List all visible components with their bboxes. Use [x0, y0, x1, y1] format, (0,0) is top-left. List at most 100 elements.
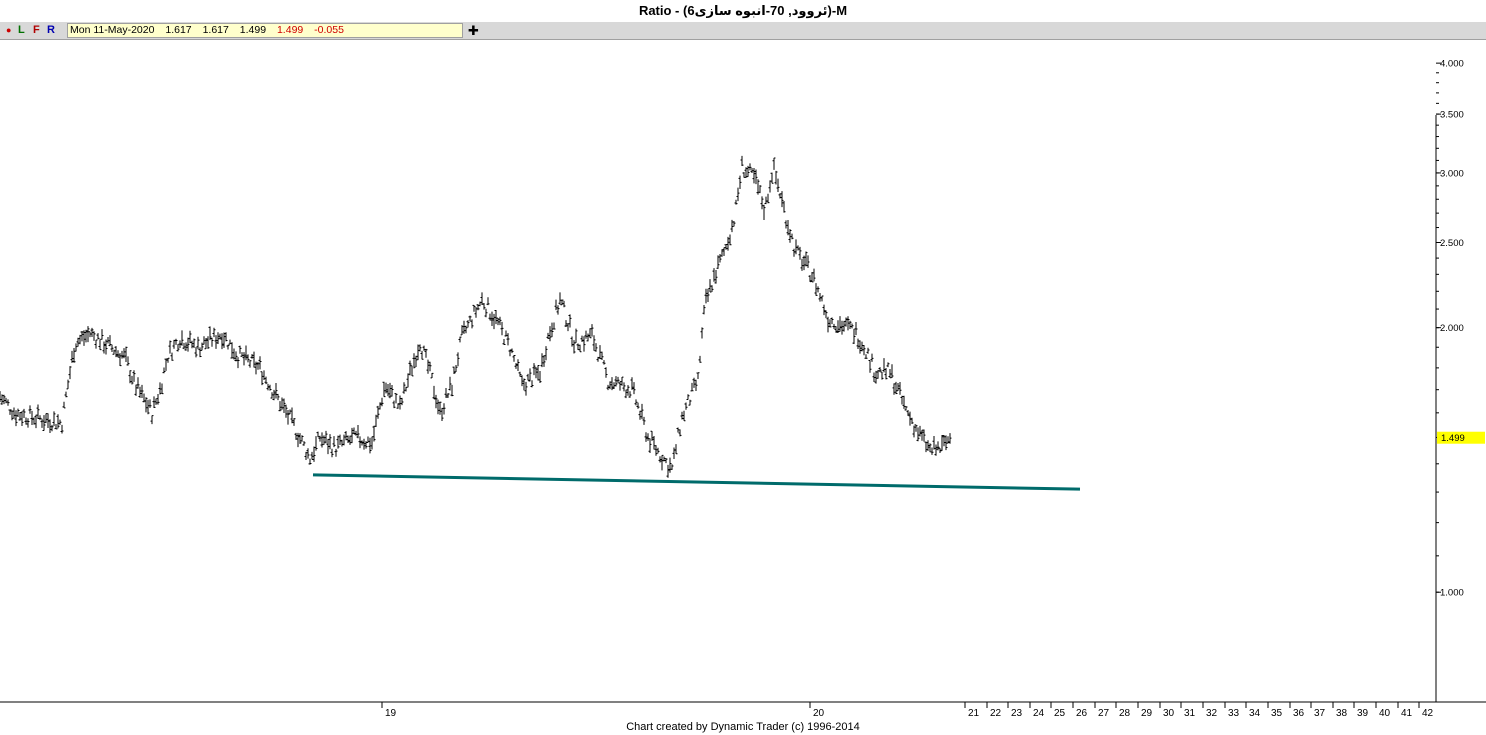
x-tick-label: 34	[1249, 708, 1261, 719]
ohlc-bar	[882, 358, 886, 373]
ohlc-bar	[286, 410, 290, 425]
ohlc-bar	[628, 391, 632, 398]
ohlc-bar	[370, 436, 374, 450]
ohlc-bar	[530, 380, 534, 388]
ohlc-bar	[474, 307, 478, 318]
ohlc-bar	[832, 323, 836, 329]
ohlc-bar	[858, 340, 862, 354]
ohlc-bar	[16, 408, 20, 418]
ohlc-bar	[448, 376, 452, 391]
ohlc-bar	[704, 288, 708, 304]
y-tick-label: 4.000	[1440, 59, 1464, 70]
x-tick-label: 31	[1184, 708, 1196, 719]
ohlc-bar	[38, 415, 42, 421]
ohlc-bar	[728, 234, 732, 246]
chart-credit: Chart created by Dynamic Trader (c) 1996…	[626, 721, 860, 733]
ohlc-bar	[932, 435, 936, 450]
x-tick-label: 35	[1271, 708, 1283, 719]
ohlc-bar	[526, 373, 530, 381]
y-tick-label: 2.500	[1440, 238, 1464, 249]
ohlc-bar	[452, 366, 456, 375]
ohlc-bar	[906, 409, 910, 416]
ohlc-bar	[698, 355, 702, 363]
ohlc-bar	[164, 358, 168, 371]
ohlc-bar	[22, 408, 26, 419]
ohlc-bar	[68, 366, 72, 380]
ohlc-bar	[118, 353, 122, 367]
ohlc-bar	[12, 407, 16, 419]
ohlc-bar	[176, 344, 180, 352]
record-dot-button[interactable]: ●	[6, 22, 11, 39]
ohlc-bar	[306, 448, 310, 459]
ohlc-bar	[702, 305, 706, 315]
ohlc-bar	[356, 424, 360, 439]
ohlc-bar	[802, 255, 806, 271]
ohlc-bar	[186, 337, 190, 352]
ohlc-bar	[708, 279, 712, 293]
ohlc-bar	[484, 308, 488, 318]
f-button[interactable]: F	[33, 22, 40, 39]
ohlc-bar	[96, 333, 100, 340]
ohlc-bar	[822, 304, 826, 316]
ohlc-bar	[2, 394, 6, 405]
ohlc-bar	[930, 447, 934, 455]
ohlc-bar	[688, 399, 692, 406]
ohlc-bar	[274, 382, 278, 399]
ohlc-bar	[920, 429, 924, 441]
ohlc-bar	[634, 399, 638, 406]
ohlc-bar	[646, 433, 650, 441]
x-tick-label: 20	[813, 708, 825, 719]
ohlc-bar	[488, 313, 492, 321]
ohlc-bar	[738, 175, 742, 189]
ohlc-bar	[296, 432, 300, 448]
ohlc-bar	[378, 402, 382, 410]
y-tick-label: 3.500	[1440, 110, 1464, 121]
r-button[interactable]: R	[47, 22, 55, 39]
ohlc-bar	[604, 367, 608, 378]
ohlc-bar	[394, 393, 398, 404]
ohlc-bar	[440, 407, 444, 421]
ohlc-bar	[198, 347, 202, 358]
ohlc-bar	[502, 339, 506, 346]
ohlc-bar	[878, 367, 882, 373]
ohlc-bar	[536, 365, 540, 381]
info-close: 1.499	[276, 24, 304, 36]
l-button[interactable]: L	[18, 22, 25, 39]
ohlc-bar	[294, 432, 298, 440]
ohlc-bar	[790, 233, 794, 240]
ohlc-bar	[648, 438, 652, 453]
ohlc-bar	[572, 340, 576, 354]
ohlc-bar	[454, 365, 458, 373]
ohlc-bar	[98, 339, 102, 351]
ohlc-bar	[310, 451, 314, 460]
ohlc-bar	[492, 313, 496, 330]
ohlc-bar	[652, 436, 656, 450]
ohlc-bar	[946, 436, 950, 444]
ohlc-bar	[220, 333, 224, 350]
ohlc-bar	[500, 321, 504, 336]
ohlc-bar	[460, 325, 464, 336]
x-tick-label: 26	[1076, 708, 1088, 719]
ohlc-bar	[666, 464, 670, 478]
ohlc-bar	[350, 427, 354, 444]
price-chart[interactable]: 4.000 3.500 3.000 2.500 2.000 1.000 19 20 21 22 23…	[0, 40, 1486, 719]
ohlc-bar	[284, 404, 288, 418]
ohlc-bar	[304, 451, 308, 461]
ohlc-bar	[900, 395, 904, 405]
add-button[interactable]: ✚	[468, 22, 479, 39]
ohlc-bar	[700, 327, 704, 339]
ohlc-bar	[120, 350, 124, 359]
ohlc-bar	[214, 335, 218, 349]
ohlc-bar	[654, 445, 658, 456]
ohlc-bar	[902, 395, 906, 409]
ohlc-bar	[638, 410, 642, 420]
ohlc-bar	[342, 434, 346, 446]
ohlc-bar	[400, 397, 404, 406]
ohlc-bar	[256, 361, 260, 370]
ohlc-bar	[636, 402, 640, 409]
ohlc-bar	[750, 168, 754, 173]
ohlc-bar	[92, 331, 96, 341]
ohlc-bar	[64, 391, 68, 398]
ohlc-bar	[498, 316, 502, 326]
ohlc-bar	[686, 394, 690, 400]
